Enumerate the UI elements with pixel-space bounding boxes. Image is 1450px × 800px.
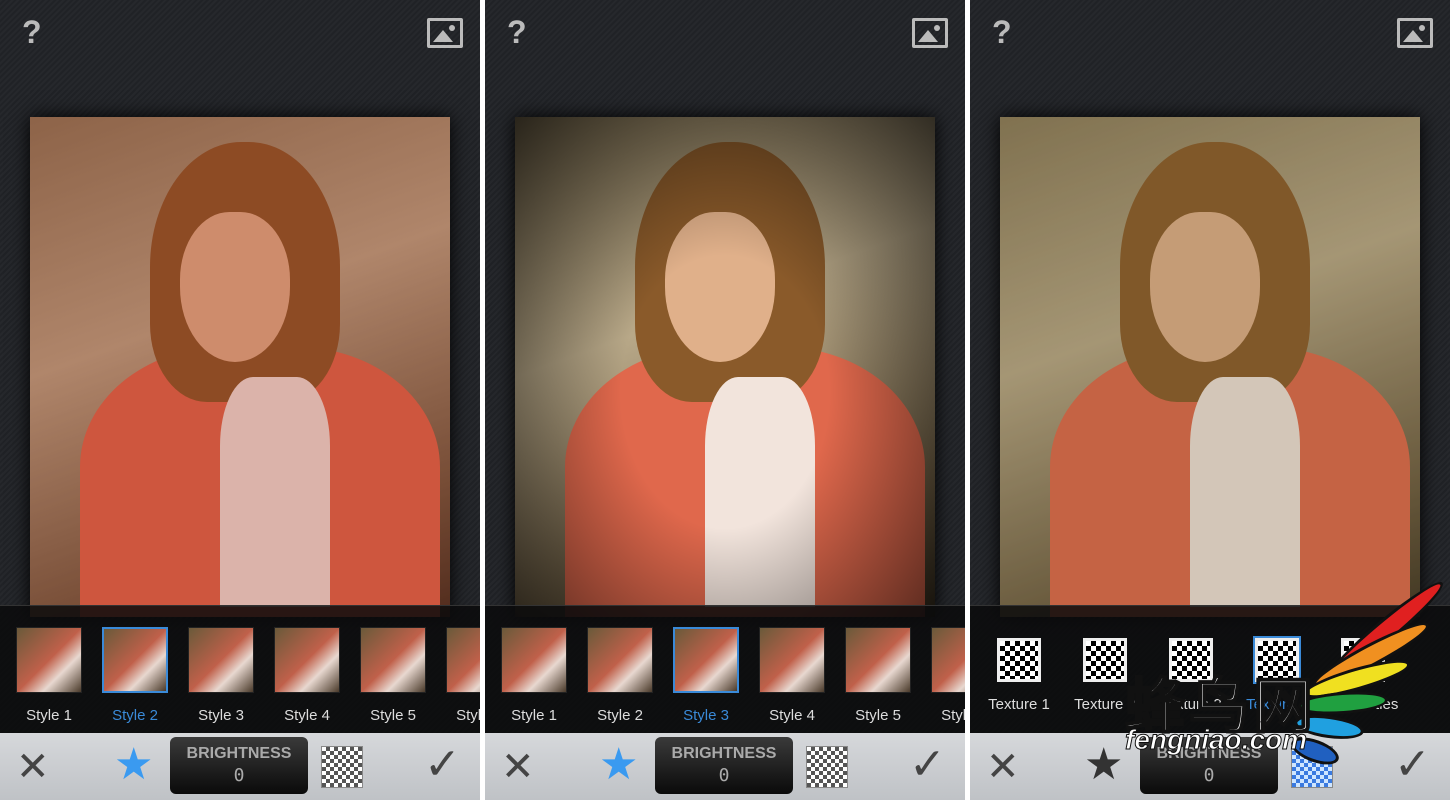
style-thumb[interactable]: Style 3 [673, 627, 739, 724]
thumb-label: Style 2 [112, 707, 158, 724]
cancel-button[interactable]: ✕ [16, 747, 50, 787]
style-preview [360, 627, 426, 693]
texture-swatch-icon [1341, 638, 1385, 682]
style-thumb[interactable]: Style 6 [931, 627, 965, 724]
style-thumb[interactable]: Style 5 [360, 627, 426, 724]
star-icon[interactable]: ★ [599, 743, 638, 787]
style-thumb[interactable]: Style 4 [759, 627, 825, 724]
texture-swatch-icon [997, 638, 1041, 682]
style-thumb[interactable]: Style 2 [102, 627, 168, 724]
style-preview [587, 627, 653, 693]
cancel-button[interactable]: ✕ [986, 747, 1020, 787]
texture-toggle-icon[interactable] [321, 746, 363, 788]
open-image-icon[interactable] [1397, 18, 1433, 48]
style-preview [759, 627, 825, 693]
style-preview [274, 627, 340, 693]
help-button[interactable]: ? [992, 14, 1012, 51]
apply-button[interactable]: ✓ [909, 743, 946, 787]
texture-thumb[interactable]: Properties [1330, 627, 1399, 713]
texture-swatch-icon [1083, 638, 1127, 682]
star-icon[interactable]: ★ [114, 743, 153, 787]
thumb-label: Style 1 [26, 707, 72, 724]
apply-button[interactable]: ✓ [424, 743, 461, 787]
brightness-control[interactable]: BRIGHTNESS 0 [1140, 737, 1278, 794]
photo-preview [30, 117, 450, 617]
style-preview [446, 627, 480, 693]
texture-swatch-icon [1169, 638, 1213, 682]
style-thumb[interactable]: Style 6 [446, 627, 480, 724]
apply-button[interactable]: ✓ [1394, 743, 1431, 787]
star-icon[interactable]: ★ [1084, 743, 1123, 787]
photo-preview [515, 117, 935, 617]
open-image-icon[interactable] [912, 18, 948, 48]
thumb-label: Texture 1 [988, 696, 1050, 713]
thumb-label: Texture 2 [1074, 696, 1136, 713]
open-image-icon[interactable] [427, 18, 463, 48]
thumb-label: Style 3 [683, 707, 729, 724]
style-preview [931, 627, 965, 693]
editor-panel: ? Style 1 Style 2 Style 3 Style 4 Style … [485, 0, 965, 800]
style-preview [16, 627, 82, 693]
style-preview [102, 627, 168, 693]
thumb-label: Texture 4 [1246, 696, 1308, 713]
bottom-toolbar: ✕ ★ BRIGHTNESS 0 ✓ [970, 733, 1450, 800]
style-thumb[interactable]: Style 2 [587, 627, 653, 724]
cancel-button[interactable]: ✕ [501, 747, 535, 787]
thumb-label: Style 2 [597, 707, 643, 724]
style-preview [188, 627, 254, 693]
texture-toggle-icon[interactable] [1291, 746, 1333, 788]
help-button[interactable]: ? [22, 14, 42, 51]
texture-swatch-icon [1253, 636, 1301, 684]
thumb-label: Texture 3 [1160, 696, 1222, 713]
style-filmstrip[interactable]: Style 1 Style 2 Style 3 Style 4 Style 5 … [0, 605, 480, 733]
style-thumb[interactable]: Style 5 [845, 627, 911, 724]
bottom-toolbar: ✕ ★ BRIGHTNESS 0 ✓ [485, 733, 965, 800]
texture-toggle-icon[interactable] [806, 746, 848, 788]
brightness-control[interactable]: BRIGHTNESS 0 [170, 737, 308, 794]
thumb-label: Style 6 [941, 707, 965, 724]
editor-panel: ? Texture 1 Texture 2 Texture 3 Texture … [970, 0, 1450, 800]
style-thumb[interactable]: Style 4 [274, 627, 340, 724]
texture-thumb[interactable]: Texture 1 [986, 627, 1052, 713]
style-preview [845, 627, 911, 693]
style-preview [501, 627, 567, 693]
brightness-control[interactable]: BRIGHTNESS 0 [655, 737, 793, 794]
style-thumb[interactable]: Style 1 [16, 627, 82, 724]
thumb-label: Style 5 [855, 707, 901, 724]
editor-panel: ? Style 1 Style 2 Style 3 Style 4 Style … [0, 0, 480, 800]
thumb-label: Style 5 [370, 707, 416, 724]
style-filmstrip[interactable]: Style 1 Style 2 Style 3 Style 4 Style 5 … [485, 605, 965, 733]
thumb-label: Style 4 [769, 707, 815, 724]
style-thumb[interactable]: Style 1 [501, 627, 567, 724]
thumb-label: Properties [1330, 696, 1399, 713]
help-button[interactable]: ? [507, 14, 527, 51]
thumb-label: Style 3 [198, 707, 244, 724]
thumb-label: Style 1 [511, 707, 557, 724]
thumb-label: Style 4 [284, 707, 330, 724]
thumb-label: Style 6 [456, 707, 480, 724]
texture-thumb[interactable]: Texture 4 [1244, 627, 1310, 713]
photo-preview [1000, 117, 1420, 617]
texture-thumb[interactable]: Texture 2 [1072, 627, 1138, 713]
bottom-toolbar: ✕ ★ BRIGHTNESS 0 ✓ [0, 733, 480, 800]
style-preview [673, 627, 739, 693]
texture-thumb[interactable]: Texture 3 [1158, 627, 1224, 713]
style-thumb[interactable]: Style 3 [188, 627, 254, 724]
texture-filmstrip[interactable]: Texture 1 Texture 2 Texture 3 Texture 4 … [970, 605, 1450, 733]
